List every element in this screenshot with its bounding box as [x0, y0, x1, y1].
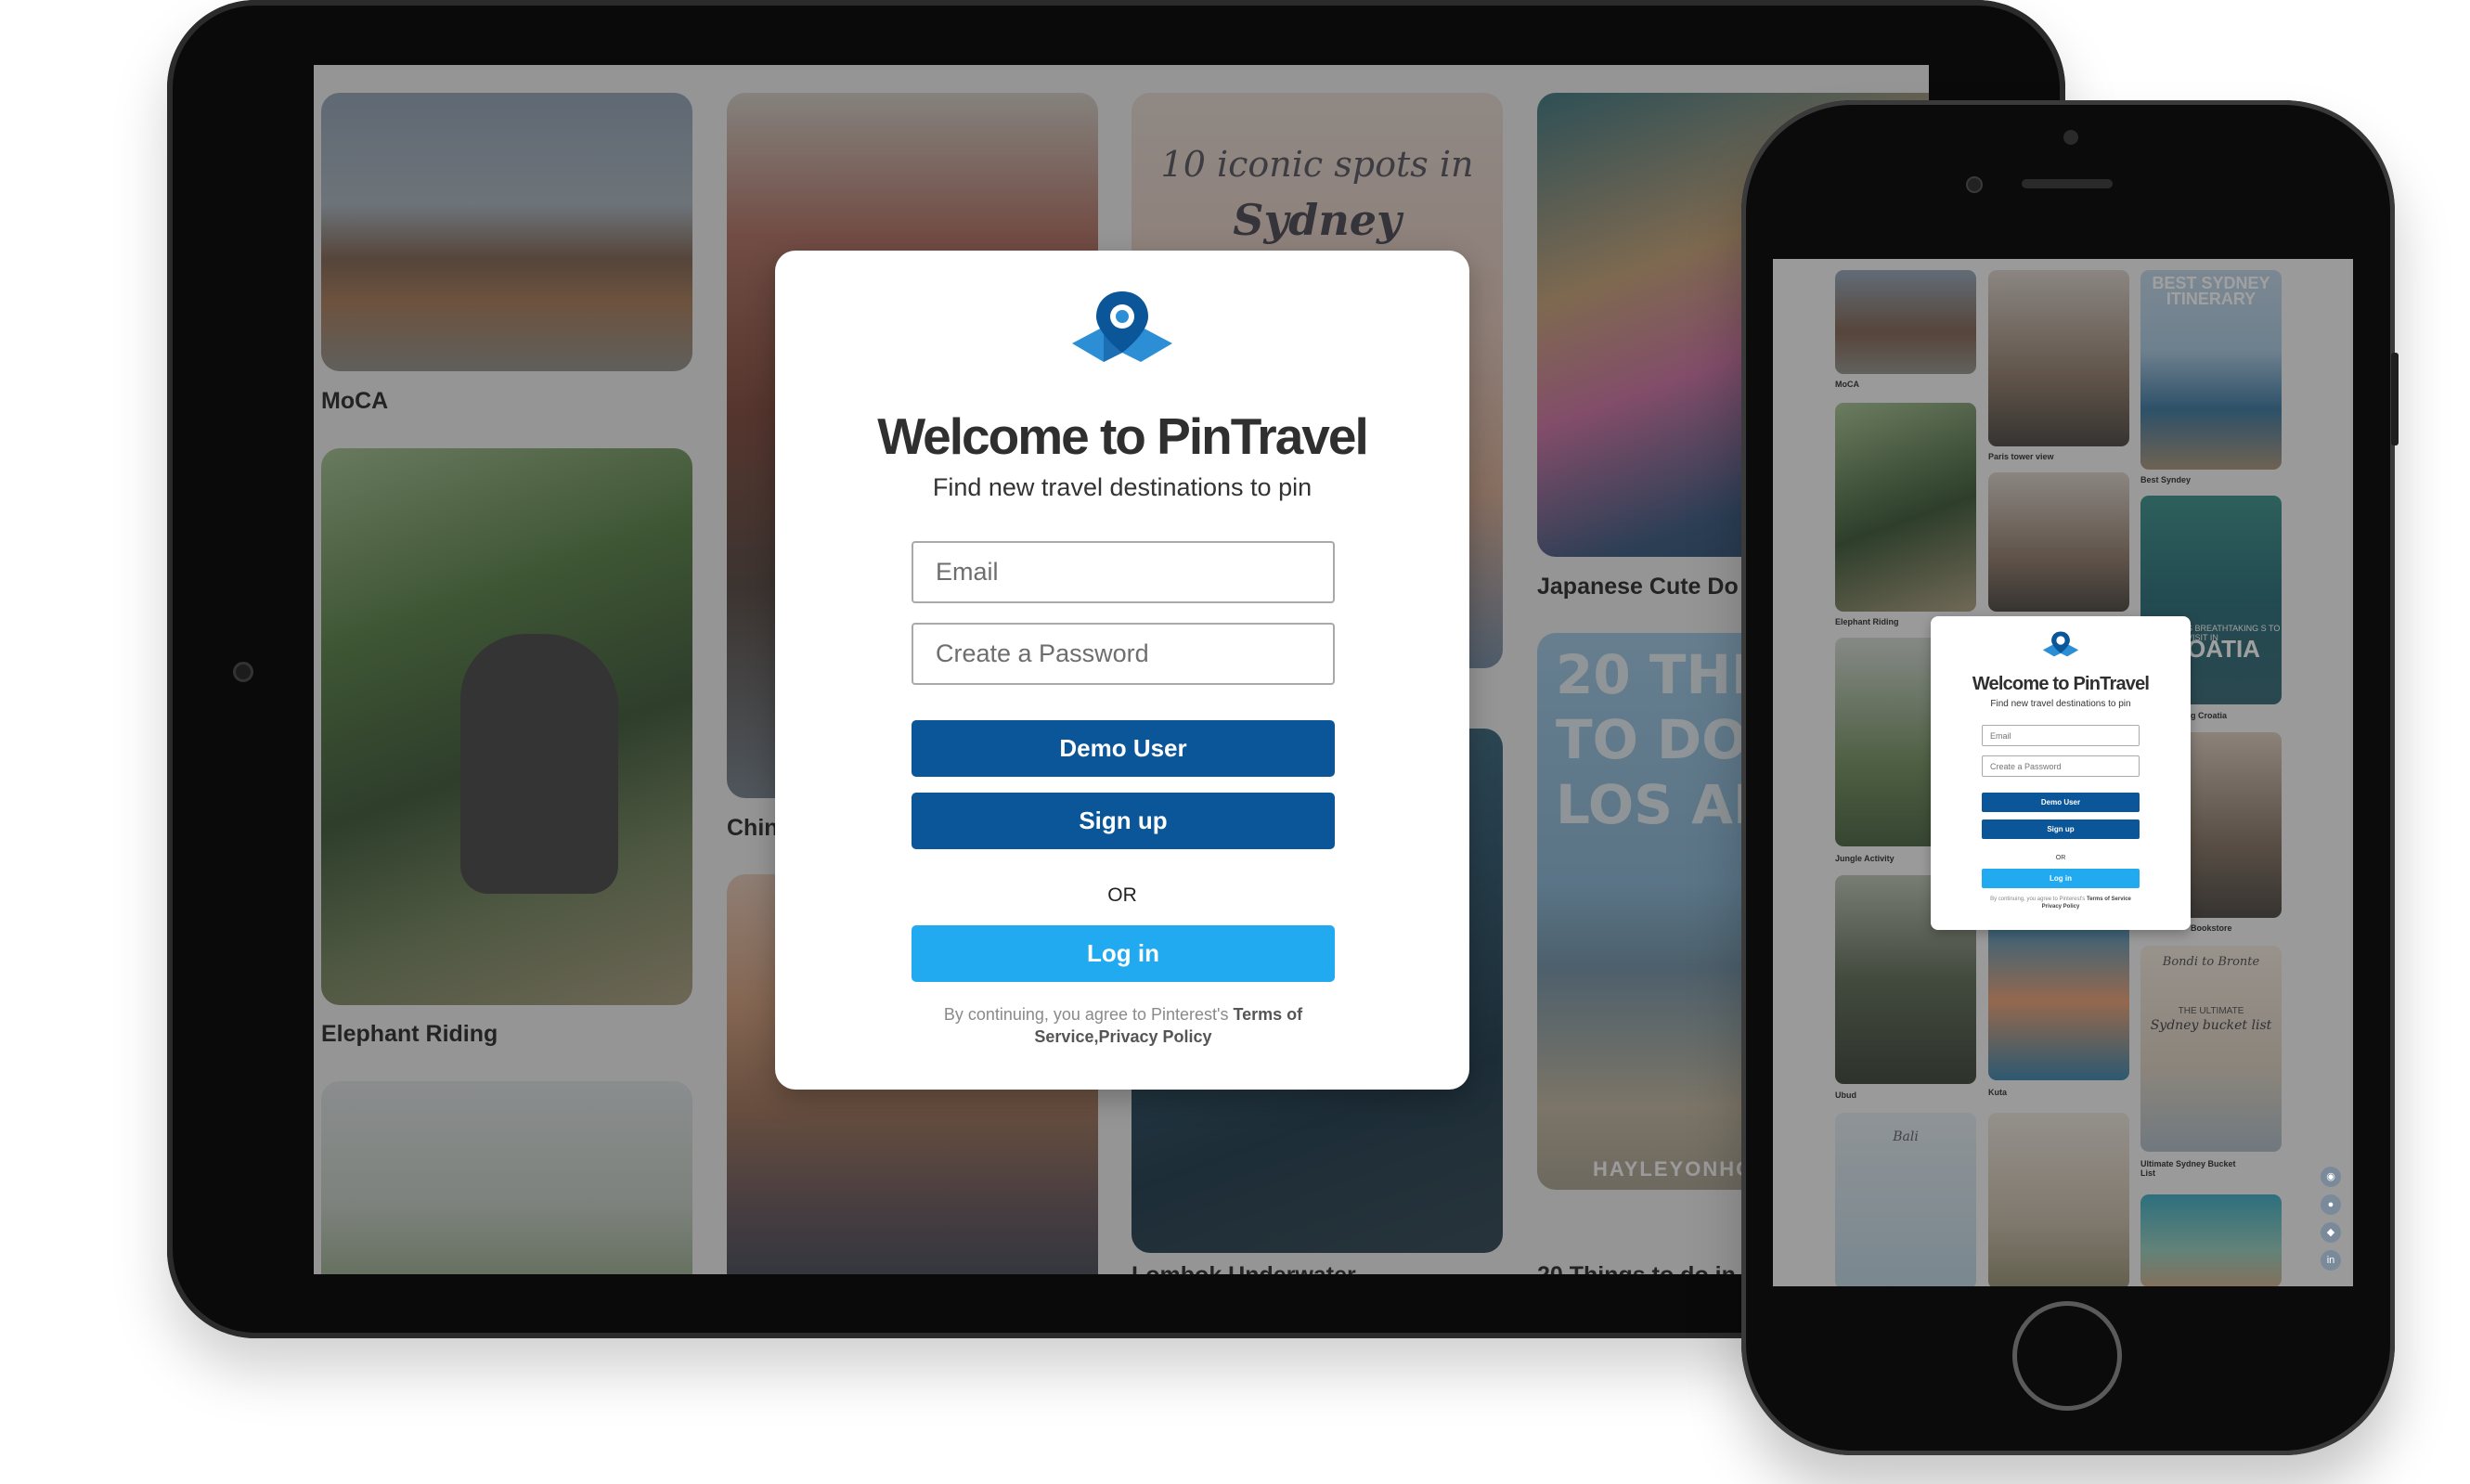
- signup-modal: Welcome to PinTravel Find new travel des…: [775, 251, 1469, 1090]
- phone-side-button: [2391, 353, 2399, 445]
- modal-title: Welcome to PinTravel: [877, 407, 1369, 465]
- github-icon[interactable]: ●: [2321, 1194, 2341, 1215]
- phone-screen: MoCA Elephant Riding Jungle Activity Ubu…: [1773, 259, 2353, 1286]
- sign-up-button[interactable]: Sign up: [1982, 819, 2140, 839]
- phone-speaker: [2022, 179, 2113, 188]
- demo-user-button[interactable]: Demo User: [912, 720, 1335, 777]
- password-input[interactable]: [1982, 755, 2140, 777]
- map-pin-icon: [1072, 291, 1172, 362]
- pintravel-icon[interactable]: ◉: [2321, 1167, 2341, 1187]
- modal-title: Welcome to PinTravel: [1972, 674, 2150, 694]
- sign-up-button[interactable]: Sign up: [912, 793, 1335, 849]
- log-in-button[interactable]: Log in: [912, 925, 1335, 982]
- terms-text: By continuing, you agree to Pinterest's …: [1982, 896, 2140, 910]
- portfolio-icon[interactable]: ◆: [2321, 1222, 2341, 1243]
- or-divider: OR: [1107, 884, 1137, 906]
- map-pin-icon: [2042, 631, 2079, 657]
- terms-text: By continuing, you agree to Pinterest's …: [905, 1003, 1341, 1048]
- linkedin-icon[interactable]: in: [2321, 1250, 2341, 1271]
- or-divider: OR: [2055, 855, 2066, 861]
- demo-user-button[interactable]: Demo User: [1982, 793, 2140, 812]
- signup-modal: Welcome to PinTravel Find new travel des…: [1931, 616, 2191, 930]
- privacy-policy-link[interactable]: Privacy Policy: [1098, 1027, 1211, 1046]
- tablet-screen: MoCA Elephant Riding Chin 10 iconic spot…: [314, 65, 1929, 1274]
- phone-home-button[interactable]: [2012, 1301, 2122, 1411]
- phone-front-camera: [1966, 176, 1983, 193]
- terms-prefix: By continuing, you agree to Pinterest's: [1990, 897, 2086, 902]
- phone-front-sensor: [2063, 130, 2078, 145]
- email-input[interactable]: [912, 541, 1335, 603]
- modal-subtitle: Find new travel destinations to pin: [1990, 699, 2131, 709]
- modal-subtitle: Find new travel destinations to pin: [932, 473, 1313, 501]
- tablet-camera: [233, 662, 253, 682]
- terms-of-service-link[interactable]: Terms of Service: [2087, 897, 2131, 902]
- log-in-button[interactable]: Log in: [1982, 869, 2140, 888]
- privacy-policy-link[interactable]: Privacy Policy: [2042, 904, 2080, 910]
- password-input[interactable]: [912, 623, 1335, 685]
- email-input[interactable]: [1982, 725, 2140, 746]
- terms-prefix: By continuing, you agree to Pinterest's: [943, 1005, 1229, 1024]
